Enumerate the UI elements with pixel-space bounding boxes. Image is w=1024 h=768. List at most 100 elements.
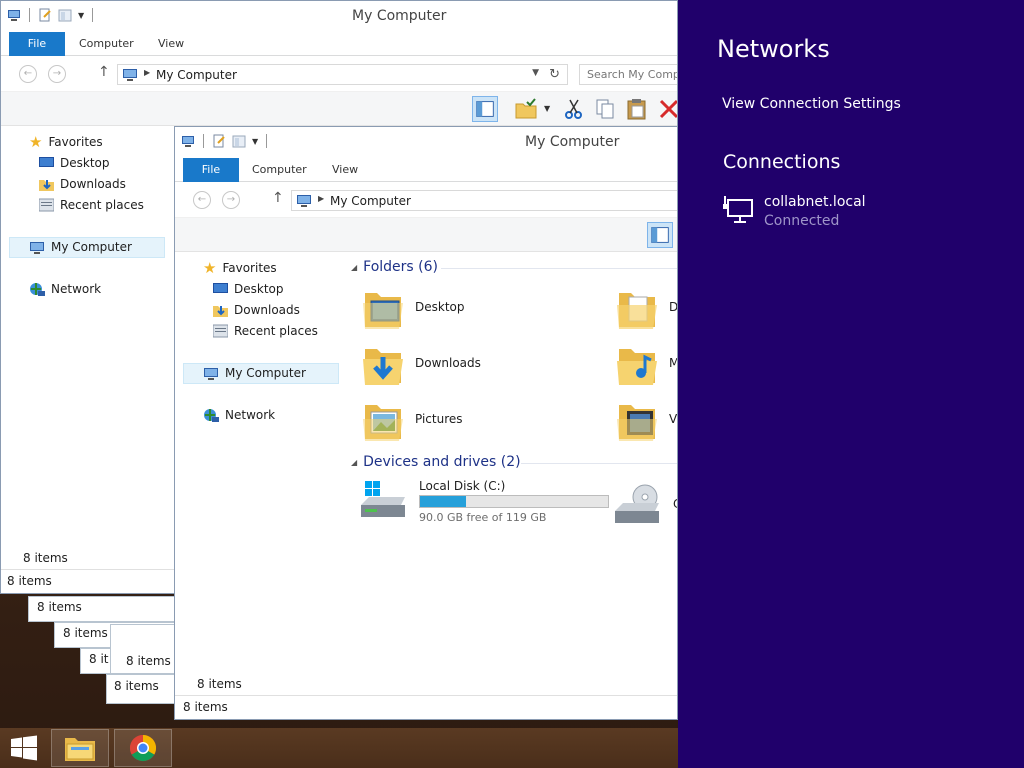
nav-label: Desktop	[234, 282, 284, 296]
drive-local-disk[interactable]: Local Disk (C:) 90.0 GB free of 119 GB	[359, 479, 609, 524]
refresh-icon[interactable]: ↻	[549, 67, 560, 82]
back-button[interactable]: ←	[193, 191, 211, 209]
star-icon: ★	[29, 133, 43, 151]
taskbar-file-explorer[interactable]	[51, 729, 109, 767]
connection-item[interactable]: collabnet.local Connected	[722, 194, 866, 229]
collapse-icon[interactable]: ◢	[351, 458, 357, 467]
view-connection-settings-link[interactable]: View Connection Settings	[722, 96, 901, 112]
drive-usage-fill	[420, 496, 466, 507]
tab-view[interactable]: View	[158, 32, 184, 56]
divider	[203, 134, 204, 148]
nav-recent-places[interactable]: Recent places	[39, 195, 144, 215]
drive-usage-bar	[419, 495, 609, 508]
quick-access-toolbar: ▼	[181, 134, 269, 148]
connection-info: collabnet.local Connected	[764, 194, 866, 229]
nav-recent-places[interactable]: Recent places	[213, 321, 318, 341]
cut-icon[interactable]	[561, 96, 587, 122]
tab-computer[interactable]: Computer	[79, 32, 134, 56]
tab-view[interactable]: View	[332, 158, 358, 182]
address-bar[interactable]: ▶ My Computer ▼ ↻	[117, 64, 568, 85]
folder-videos[interactable]: Vi	[615, 395, 677, 443]
computer-icon[interactable]	[7, 8, 21, 22]
window-title: My Computer	[525, 134, 620, 150]
status-text: 8 items	[183, 700, 228, 714]
layout-pane-icon[interactable]	[472, 96, 498, 122]
connection-status: Connected	[764, 213, 840, 229]
forward-button[interactable]: →	[222, 191, 240, 209]
paste-icon[interactable]	[624, 96, 650, 122]
nav-network[interactable]: Network	[29, 279, 101, 299]
new-folder-icon[interactable]	[232, 134, 246, 148]
folder-label: Vi	[669, 412, 677, 426]
folder-label: Downloads	[415, 356, 481, 370]
nav-label: Recent places	[234, 324, 318, 338]
folder-music[interactable]: M	[615, 339, 677, 387]
forward-button[interactable]: →	[48, 65, 66, 83]
nav-label: My Computer	[51, 240, 132, 254]
nav-desktop[interactable]: Desktop	[39, 153, 110, 173]
tab-file[interactable]: File	[9, 32, 65, 56]
nav-my-computer[interactable]: My Computer	[203, 363, 306, 383]
drive-cd[interactable]: CI	[613, 483, 677, 525]
title-bar[interactable]: ▼ My Computer	[1, 1, 677, 32]
layout-pane-icon[interactable]	[647, 222, 673, 248]
nav-network[interactable]: Network	[203, 405, 275, 425]
properties-icon[interactable]	[38, 8, 52, 22]
status-text: 8 items	[37, 600, 82, 614]
address-bar[interactable]: ▶ My Computer	[291, 190, 677, 211]
new-folder-icon[interactable]	[58, 8, 72, 22]
computer-icon	[297, 195, 311, 207]
folder-desktop[interactable]: Desktop	[361, 283, 465, 331]
devices-group-header[interactable]: ◢ Devices and drives (2)	[351, 454, 521, 470]
computer-icon[interactable]	[181, 134, 195, 148]
address-row: ← → ↑ ▶ My Computer	[175, 182, 677, 218]
customize-qat-icon[interactable]: ▼	[78, 11, 84, 20]
computer-icon	[204, 367, 218, 380]
nav-label: Desktop	[60, 156, 110, 170]
back-button[interactable]: ←	[19, 65, 37, 83]
stacked-window-remnant: 8 items	[110, 624, 176, 674]
copy-icon[interactable]	[592, 96, 618, 122]
up-button[interactable]: ↑	[98, 64, 110, 80]
nav-favorites[interactable]: ★ Favorites	[203, 258, 277, 278]
chevron-down-icon[interactable]: ▼	[544, 104, 550, 113]
tab-file[interactable]: File	[183, 158, 239, 182]
folder-downloads[interactable]: Downloads	[361, 339, 481, 387]
start-button[interactable]	[0, 728, 48, 768]
status-text: 8 items	[126, 654, 171, 668]
nav-label: Network	[225, 408, 276, 422]
content-pane: ◢ Folders (6) Desktop Downloads Pictures…	[341, 253, 677, 697]
title-bar[interactable]: ▼ My Computer	[175, 127, 677, 158]
delete-icon[interactable]	[656, 96, 678, 122]
chevron-down-icon[interactable]: ▼	[532, 68, 539, 78]
folder-label: Pictures	[415, 412, 463, 426]
nav-my-computer[interactable]: My Computer	[29, 237, 132, 257]
folder-pictures[interactable]: Pictures	[361, 395, 463, 443]
customize-qat-icon[interactable]: ▼	[252, 137, 258, 146]
window-title: My Computer	[352, 8, 447, 24]
nav-downloads[interactable]: Downloads	[39, 174, 126, 194]
folder-documents[interactable]: Do	[615, 283, 677, 331]
folders-group-header[interactable]: ◢ Folders (6)	[351, 259, 438, 275]
check-folder-icon[interactable]	[513, 96, 539, 122]
nav-desktop[interactable]: Desktop	[213, 279, 284, 299]
status-text: 8 items	[7, 574, 52, 588]
properties-icon[interactable]	[212, 134, 226, 148]
chevron-right-icon[interactable]: ▶	[318, 194, 324, 203]
taskbar-chrome[interactable]	[114, 729, 172, 767]
search-input[interactable]: Search My Comp	[579, 64, 677, 85]
up-button[interactable]: ↑	[272, 190, 284, 206]
nav-downloads[interactable]: Downloads	[213, 300, 300, 320]
tab-computer[interactable]: Computer	[252, 158, 307, 182]
drive-free-text: 90.0 GB free of 119 GB	[419, 511, 547, 524]
computer-icon	[123, 69, 137, 81]
divider	[521, 463, 677, 464]
ribbon-tabs: File Computer View	[175, 158, 677, 182]
chevron-right-icon[interactable]: ▶	[144, 68, 150, 77]
collapse-icon[interactable]: ◢	[351, 263, 357, 272]
address-text: My Computer	[330, 194, 411, 208]
nav-favorites[interactable]: ★ Favorites	[29, 132, 103, 152]
desktop-icon	[39, 157, 54, 167]
hard-drive-icon	[361, 481, 405, 517]
ribbon-tabs: File Computer View	[1, 32, 677, 56]
